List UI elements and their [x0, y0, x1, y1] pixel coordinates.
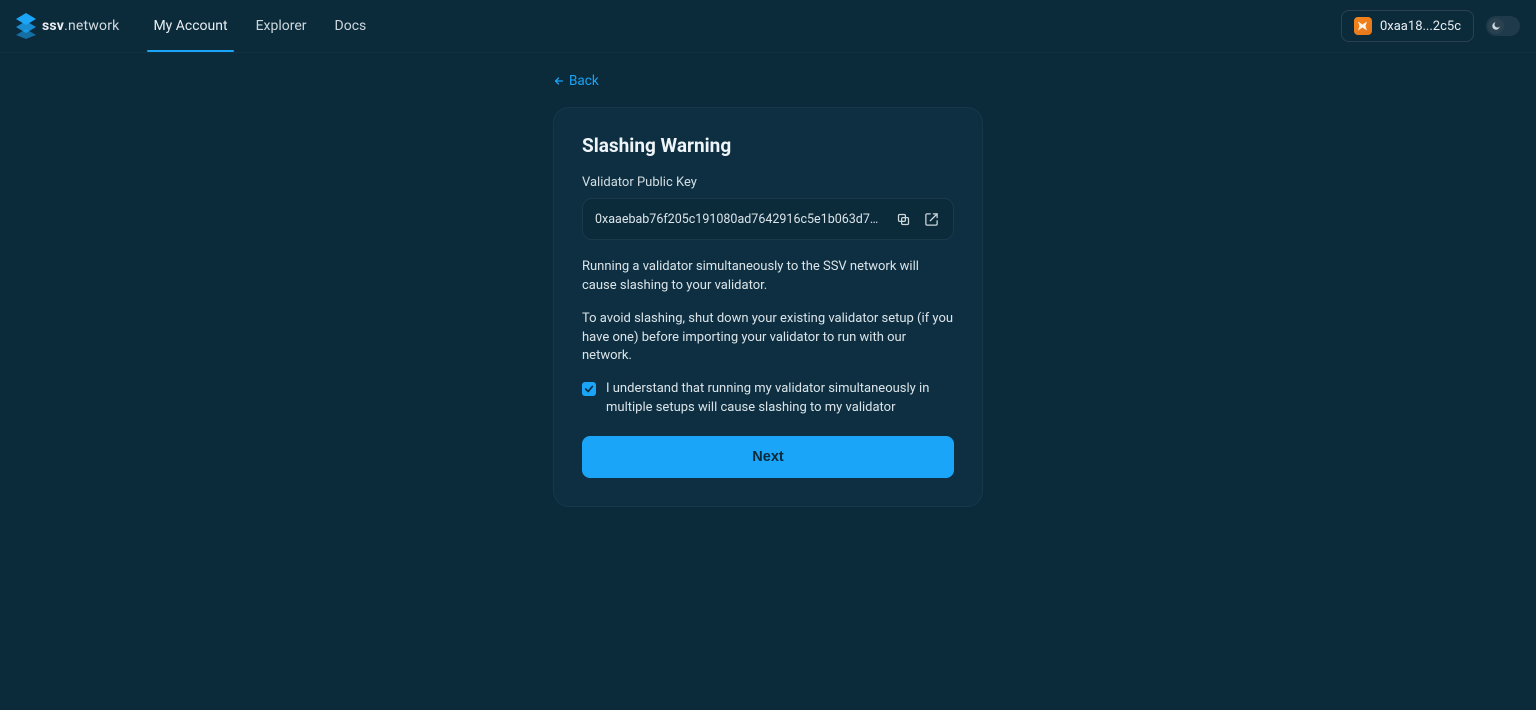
- moon-icon: [1488, 18, 1504, 34]
- arrow-left-icon: [553, 75, 565, 87]
- acknowledgement-checkbox[interactable]: [582, 382, 596, 396]
- brand-logo[interactable]: ssv.network: [16, 13, 119, 39]
- external-link-icon[interactable]: [921, 209, 941, 229]
- back-label: Back: [569, 73, 599, 89]
- wallet-address: 0xaa18...2c5c: [1380, 19, 1461, 34]
- nav-label: Explorer: [256, 18, 307, 34]
- warning-paragraph-2: To avoid slashing, shut down your existi…: [582, 310, 954, 367]
- theme-toggle[interactable]: [1486, 16, 1520, 36]
- nav-label: My Account: [153, 18, 227, 34]
- card-title: Slashing Warning: [582, 134, 954, 157]
- nav-links: My Account Explorer Docs: [139, 0, 380, 52]
- nav-docs[interactable]: Docs: [321, 0, 381, 52]
- ssv-logo-icon: [16, 13, 36, 39]
- acknowledgement-text: I understand that running my validator s…: [606, 380, 954, 418]
- warning-paragraph-1: Running a validator simultaneously to th…: [582, 258, 954, 296]
- public-key-label: Validator Public Key: [582, 175, 954, 190]
- next-button[interactable]: Next: [582, 436, 954, 478]
- slashing-warning-card: Slashing Warning Validator Public Key 0x…: [553, 107, 983, 507]
- nav-my-account[interactable]: My Account: [139, 0, 241, 52]
- public-key-value: 0xaaebab76f205c191080ad7642916c5e1b063d7…: [595, 212, 885, 227]
- copy-icon[interactable]: [893, 209, 913, 229]
- nav-explorer[interactable]: Explorer: [242, 0, 321, 52]
- wallet-button[interactable]: 0xaa18...2c5c: [1341, 10, 1474, 42]
- nav-label: Docs: [335, 18, 367, 34]
- back-link[interactable]: Back: [553, 73, 599, 89]
- public-key-box: 0xaaebab76f205c191080ad7642916c5e1b063d7…: [582, 198, 954, 240]
- check-icon: [584, 384, 594, 394]
- brand-text: ssv.network: [42, 18, 119, 34]
- top-nav: ssv.network My Account Explorer Docs 0xa…: [0, 0, 1536, 53]
- metamask-icon: [1354, 17, 1372, 35]
- next-button-label: Next: [752, 449, 783, 465]
- acknowledgement-row: I understand that running my validator s…: [582, 380, 954, 418]
